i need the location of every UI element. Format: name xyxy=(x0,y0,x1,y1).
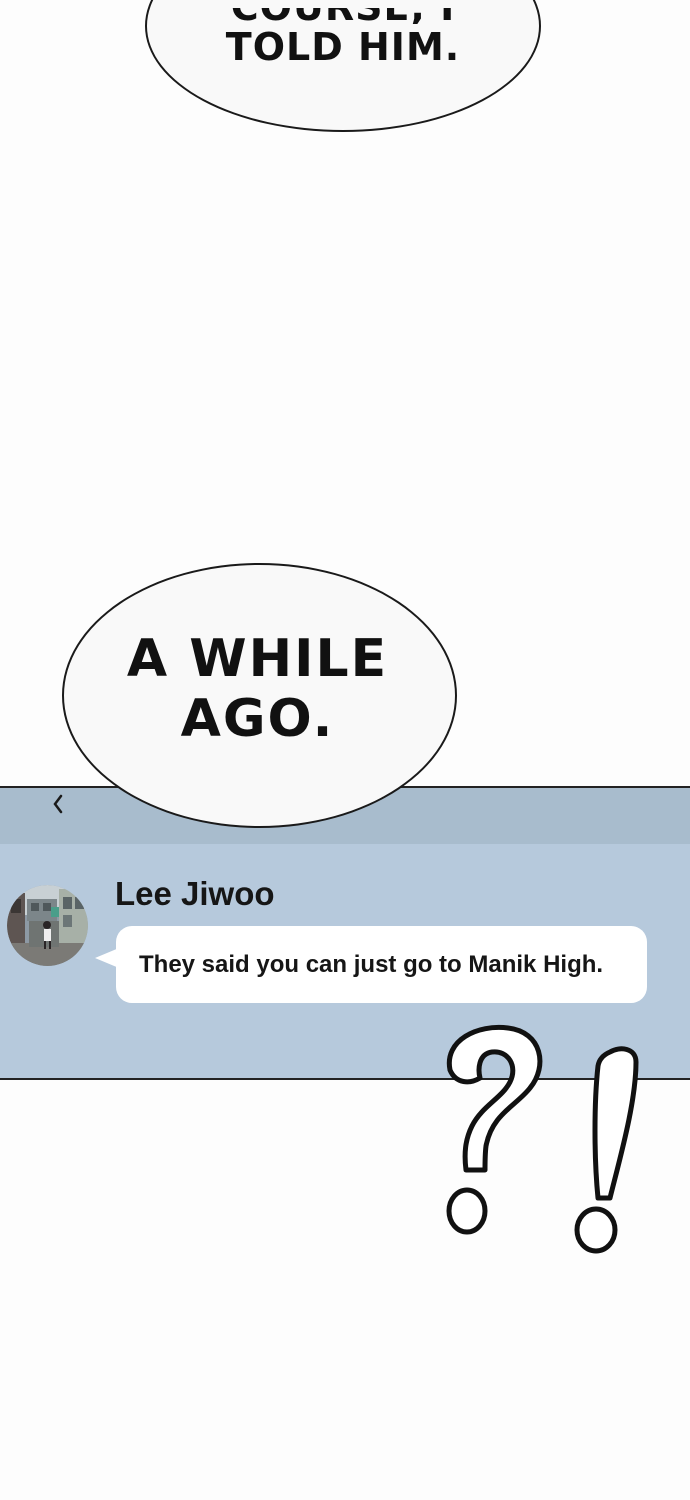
speech-bubble-mid: A WHILE AGO. xyxy=(62,563,457,828)
profile-photo-icon xyxy=(7,885,88,966)
speech-bubble-mid-text: A WHILE AGO. xyxy=(126,628,389,750)
question-exclamation-marks-icon xyxy=(446,1024,639,1254)
sender-name: Lee Jiwoo xyxy=(115,875,275,912)
speech-bubble-mid-line-1: A WHILE xyxy=(126,628,389,689)
speech-bubble-top-text: TOLD HIM. xyxy=(225,25,461,69)
speech-bubble-top-cut-line: COURSE, I xyxy=(147,8,539,24)
message-bubble[interactable]: They said you can just go to Manik High. xyxy=(116,926,647,1003)
chevron-left-icon[interactable] xyxy=(48,794,68,814)
avatar[interactable] xyxy=(7,885,88,966)
message-text: They said you can just go to Manik High. xyxy=(139,950,604,978)
speech-bubble-top: COURSE, I TOLD HIM. xyxy=(145,0,541,132)
speech-bubble-mid-line-2: AGO. xyxy=(180,688,335,749)
